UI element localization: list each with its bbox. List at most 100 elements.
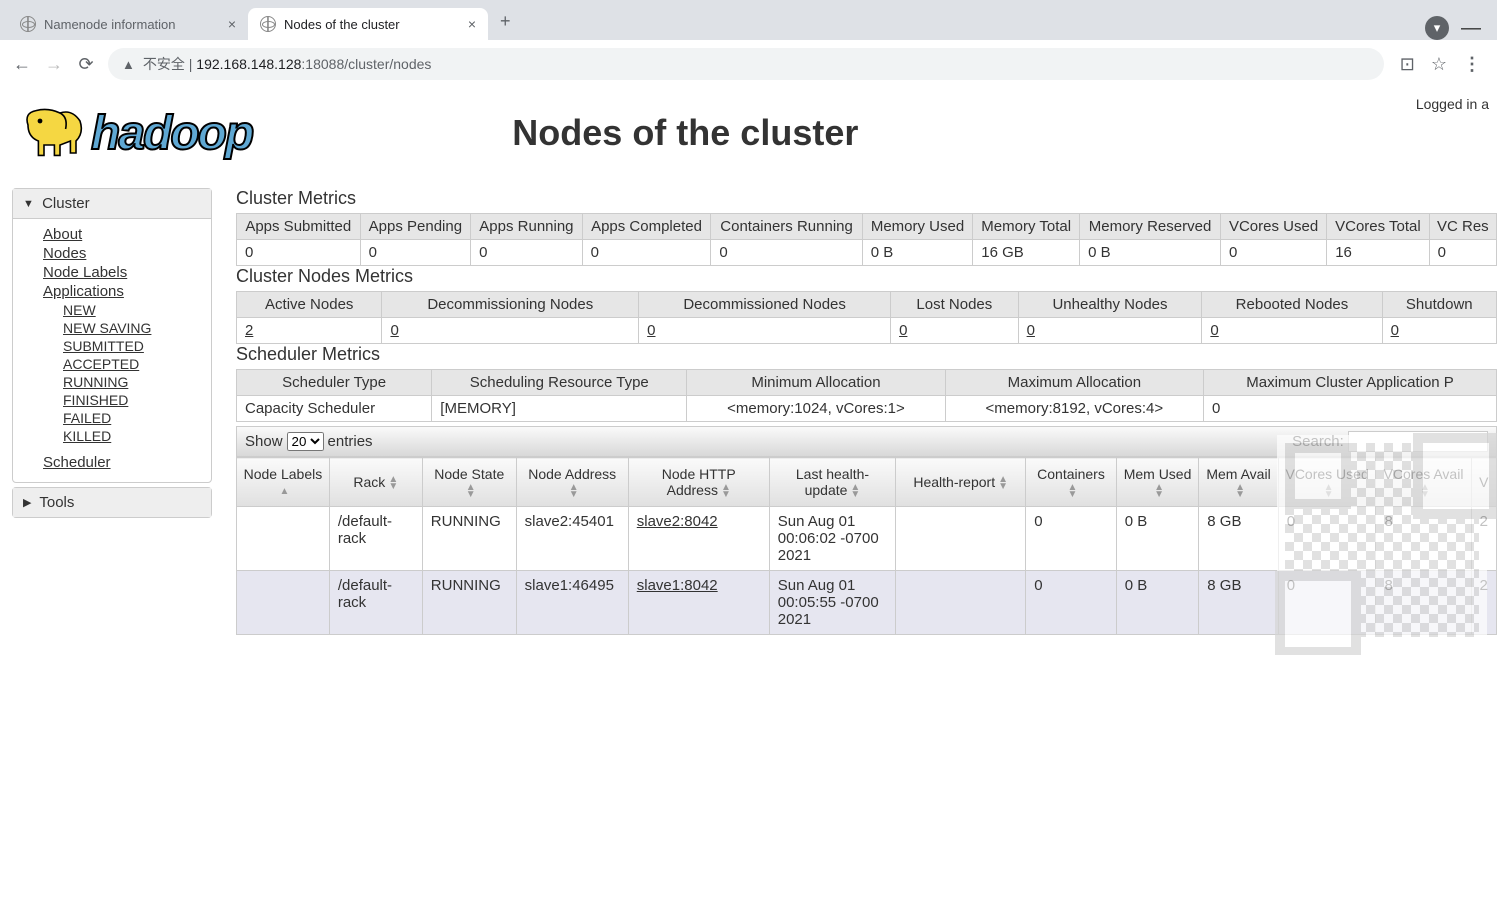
- url-field[interactable]: ▲ 不安全 | 192.168.148.128:18088/cluster/no…: [108, 48, 1384, 80]
- reload-button[interactable]: ⟳: [76, 54, 96, 75]
- link-rebooted-nodes[interactable]: 0: [1210, 322, 1218, 339]
- th-shutdown-nodes[interactable]: Shutdown: [1382, 292, 1496, 318]
- th-min-alloc[interactable]: Minimum Allocation: [687, 370, 945, 396]
- profile-avatar[interactable]: ▾: [1425, 16, 1449, 40]
- sidebar-link-finished[interactable]: FINISHED: [63, 391, 201, 409]
- th-health-update[interactable]: Last health-update▲▼: [769, 458, 895, 507]
- th-vcores-used[interactable]: VCores Used: [1220, 214, 1326, 240]
- sidebar-head-cluster[interactable]: ▼ Cluster: [13, 189, 211, 219]
- page-size-select[interactable]: 20: [287, 432, 324, 451]
- sidebar-link-failed[interactable]: FAILED: [63, 409, 201, 427]
- th-rack[interactable]: Rack▲▼: [329, 458, 422, 507]
- minimize-button[interactable]: —: [1461, 17, 1481, 40]
- td: 0: [1026, 507, 1117, 571]
- translate-icon[interactable]: ⊡: [1400, 54, 1415, 75]
- td: 0 B: [1080, 240, 1221, 266]
- th-sched-res-type[interactable]: Scheduling Resource Type: [432, 370, 687, 396]
- th-apps-running[interactable]: Apps Running: [471, 214, 582, 240]
- td: 0: [1026, 571, 1117, 635]
- link-node-http[interactable]: slave2:8042: [637, 513, 718, 530]
- th-active-nodes[interactable]: Active Nodes: [237, 292, 382, 318]
- sidebar-link-new[interactable]: NEW: [63, 301, 201, 319]
- sidebar-link-submitted[interactable]: SUBMITTED: [63, 337, 201, 355]
- tab-namenode[interactable]: Namenode information ×: [8, 8, 248, 40]
- th-max-cluster-app[interactable]: Maximum Cluster Application P: [1204, 370, 1497, 396]
- sidebar-link-running[interactable]: RUNNING: [63, 373, 201, 391]
- th-node-address[interactable]: Node Address▲▼: [516, 458, 628, 507]
- th-sched-type[interactable]: Scheduler Type: [237, 370, 432, 396]
- th-mem-used[interactable]: Mem Used▲▼: [1116, 458, 1198, 507]
- td: 0 B: [1116, 507, 1198, 571]
- th-memory-total[interactable]: Memory Total: [973, 214, 1080, 240]
- td: 16 GB: [973, 240, 1080, 266]
- forward-button[interactable]: →: [44, 54, 64, 75]
- td: 0: [1382, 318, 1496, 344]
- link-node-http[interactable]: slave1:8042: [637, 577, 718, 594]
- th-apps-pending[interactable]: Apps Pending: [360, 214, 471, 240]
- back-button[interactable]: ←: [12, 54, 32, 75]
- sidebar-head-tools[interactable]: ▶ Tools: [13, 488, 211, 517]
- sidebar-link-new-saving[interactable]: NEW SAVING: [63, 319, 201, 337]
- tab-nodes[interactable]: Nodes of the cluster ×: [248, 8, 488, 40]
- td: 0 B: [862, 240, 973, 266]
- th-lost-nodes[interactable]: Lost Nodes: [891, 292, 1019, 318]
- th-node-http[interactable]: Node HTTP Address▲▼: [628, 458, 769, 507]
- th-memory-reserved[interactable]: Memory Reserved: [1080, 214, 1221, 240]
- close-icon[interactable]: ×: [468, 16, 476, 32]
- td: 0: [639, 318, 891, 344]
- sidebar-link-node-labels[interactable]: Node Labels: [43, 263, 201, 282]
- td: Sun Aug 01 00:05:55 -0700 2021: [769, 571, 895, 635]
- url-host: 192.168.148.128: [196, 56, 301, 72]
- td: slave2:45401: [516, 507, 628, 571]
- th-node-state[interactable]: Node State▲▼: [422, 458, 516, 507]
- th-max-alloc[interactable]: Maximum Allocation: [945, 370, 1203, 396]
- new-tab-button[interactable]: +: [488, 3, 523, 40]
- sort-icon: ▲▼: [721, 484, 731, 498]
- star-icon[interactable]: ☆: [1431, 54, 1447, 75]
- th-decommed-nodes[interactable]: Decommissioned Nodes: [639, 292, 891, 318]
- logo-text: hadoop: [91, 106, 252, 161]
- sidebar-link-applications[interactable]: Applications: [43, 282, 201, 301]
- sidebar-link-accepted[interactable]: ACCEPTED: [63, 355, 201, 373]
- link-decomm-nodes[interactable]: 0: [390, 322, 398, 339]
- sidebar-link-nodes[interactable]: Nodes: [43, 244, 201, 263]
- link-unhealthy-nodes[interactable]: 0: [1027, 322, 1035, 339]
- th-health-report[interactable]: Health-report▲▼: [896, 458, 1026, 507]
- td: 0: [711, 240, 862, 266]
- th-decomm-nodes[interactable]: Decommissioning Nodes: [382, 292, 639, 318]
- close-icon[interactable]: ×: [228, 16, 236, 32]
- td: 0: [1220, 240, 1326, 266]
- globe-icon: [20, 16, 36, 32]
- th-apps-submitted[interactable]: Apps Submitted: [237, 214, 361, 240]
- th-vcores-total[interactable]: VCores Total: [1327, 214, 1429, 240]
- td: 16: [1327, 240, 1429, 266]
- th-containers[interactable]: Containers▲▼: [1026, 458, 1117, 507]
- link-decommed-nodes[interactable]: 0: [647, 322, 655, 339]
- td: slave1:46495: [516, 571, 628, 635]
- sidebar-link-about[interactable]: About: [43, 225, 201, 244]
- sidebar-link-scheduler[interactable]: Scheduler: [43, 453, 201, 472]
- td: 0: [1429, 240, 1496, 266]
- sidebar-link-killed[interactable]: KILLED: [63, 427, 201, 445]
- td: 0: [1204, 396, 1497, 422]
- td: [MEMORY]: [432, 396, 687, 422]
- security-label: 不安全: [143, 54, 185, 74]
- td: slave1:8042: [628, 571, 769, 635]
- th-unhealthy-nodes[interactable]: Unhealthy Nodes: [1018, 292, 1202, 318]
- td: [237, 507, 330, 571]
- link-lost-nodes[interactable]: 0: [899, 322, 907, 339]
- td: [237, 571, 330, 635]
- th-rebooted-nodes[interactable]: Rebooted Nodes: [1202, 292, 1382, 318]
- th-node-labels[interactable]: Node Labels▲: [237, 458, 330, 507]
- link-active-nodes[interactable]: 2: [245, 322, 253, 339]
- th-vcores-res[interactable]: VC Res: [1429, 214, 1496, 240]
- th-containers-running[interactable]: Containers Running: [711, 214, 862, 240]
- scheduler-metrics-table: Scheduler Type Scheduling Resource Type …: [236, 369, 1497, 422]
- th-apps-completed[interactable]: Apps Completed: [582, 214, 711, 240]
- th-memory-used[interactable]: Memory Used: [862, 214, 973, 240]
- section-nodes-metrics: Cluster Nodes Metrics: [236, 266, 1497, 287]
- th-mem-avail[interactable]: Mem Avail▲▼: [1199, 458, 1279, 507]
- globe-icon: [260, 16, 276, 32]
- link-shutdown-nodes[interactable]: 0: [1391, 322, 1399, 339]
- menu-icon[interactable]: ⋮: [1463, 54, 1481, 75]
